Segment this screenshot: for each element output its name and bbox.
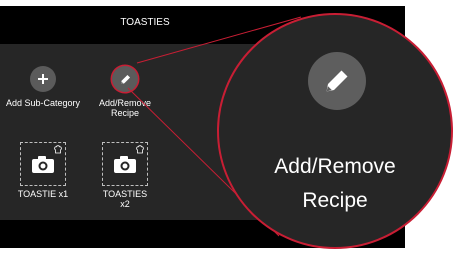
camera-icon <box>114 156 136 173</box>
product-label-line1: TOASTIES <box>102 189 148 199</box>
add-remove-recipe-label-line1: Add/Remove <box>98 98 152 108</box>
chef-hat-icon <box>136 145 144 154</box>
add-remove-recipe-label-line2: Recipe <box>110 108 139 118</box>
product-label: TOASTIE x1 <box>17 189 69 199</box>
plus-icon <box>30 66 56 92</box>
chef-hat-icon <box>54 145 62 154</box>
pencil-icon <box>308 52 366 110</box>
zoom-callout-line2: Recipe <box>302 189 368 212</box>
camera-icon <box>32 156 54 173</box>
product-tile[interactable]: TOASTIES x2 <box>82 142 168 209</box>
zoom-callout: Add/Remove Recipe <box>217 13 453 249</box>
photo-placeholder <box>20 142 66 186</box>
add-remove-recipe-button[interactable]: Add/Remove Recipe <box>82 66 168 118</box>
zoom-callout-label: Add/Remove Recipe <box>219 150 451 218</box>
add-sub-category-label: Add Sub-Category <box>5 98 81 108</box>
pencil-icon <box>112 66 138 92</box>
product-label-line2: x2 <box>120 199 130 209</box>
product-tile[interactable]: TOASTIE x1 <box>0 142 86 199</box>
zoom-callout-line1: Add/Remove <box>274 155 396 178</box>
product-label: TOASTIES x2 <box>82 189 168 209</box>
add-sub-category-button[interactable]: Add Sub-Category <box>0 66 86 108</box>
add-remove-recipe-label: Add/Remove Recipe <box>82 98 168 118</box>
page-title: TOASTIES <box>120 17 170 28</box>
photo-placeholder <box>102 142 148 186</box>
